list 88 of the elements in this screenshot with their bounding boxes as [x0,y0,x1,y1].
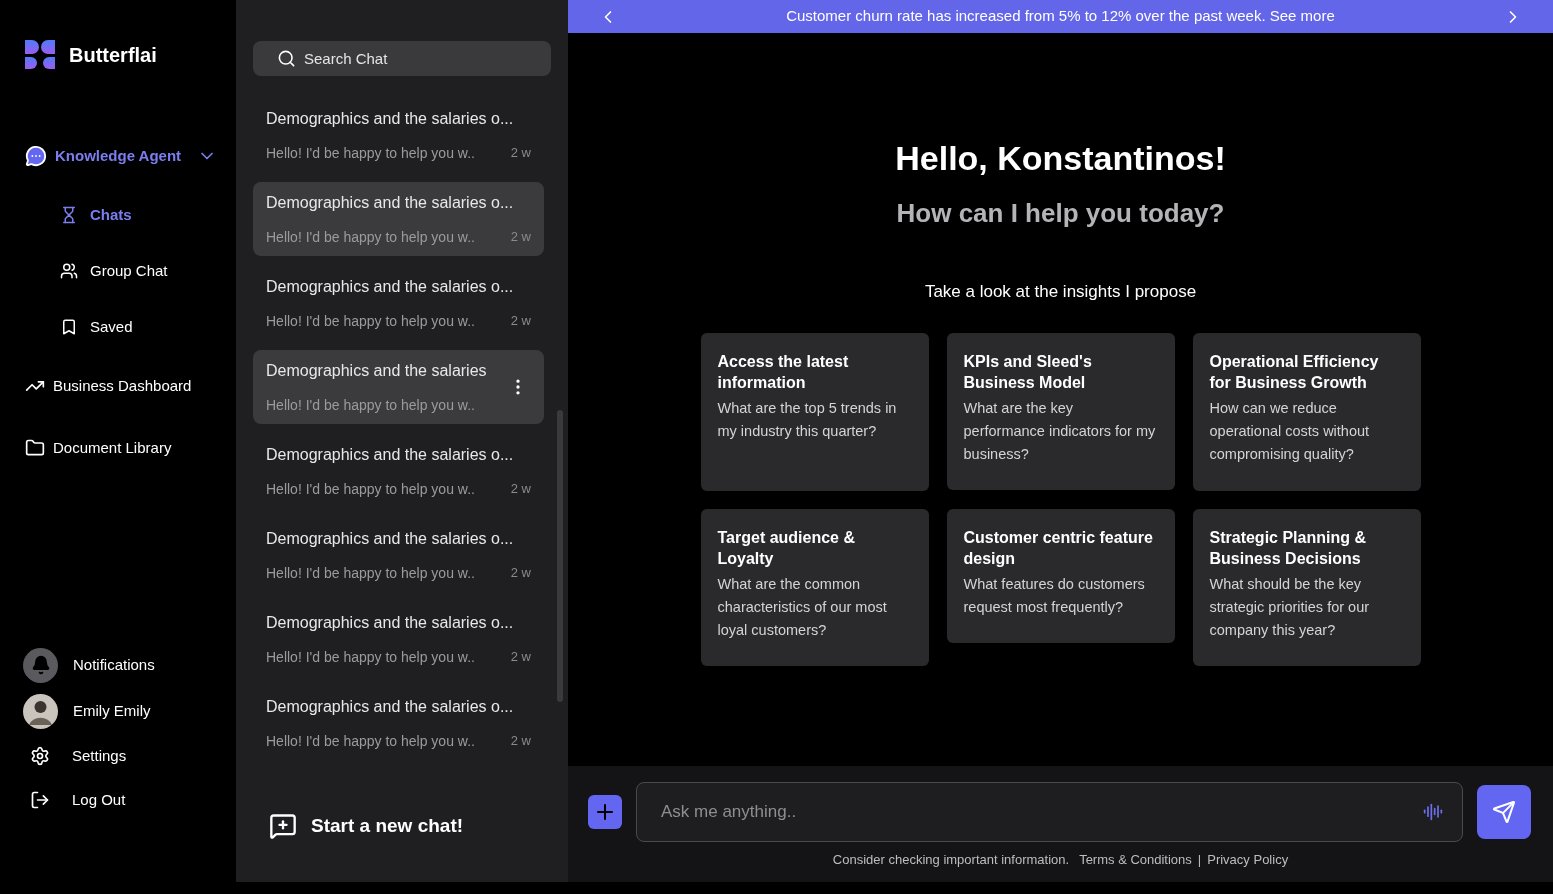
add-button[interactable] [588,795,622,829]
insight-card[interactable]: Customer centric feature design What features do customers request most frequently? [946,508,1175,643]
greeting-subtitle: How can I help you today? [896,197,1225,230]
chat-preview: Hello! I'd be happy to help you w.. [266,479,475,499]
insights-prompt: Take a look at the insights I propose [924,281,1197,303]
voice-icon[interactable] [1423,802,1443,822]
chat-time: 2 w [510,732,531,751]
bell-icon[interactable] [23,647,58,683]
scrollbar[interactable] [557,410,563,702]
chat-item[interactable]: Demographics and the salaries Hello! I'd be happy to help you w.. [253,350,544,424]
chat-title: Demographics and the salaries o... [266,696,515,717]
folder-icon [25,438,45,458]
message-field[interactable]: Ask me anything.. [636,782,1463,842]
greeting-title: Hello, Konstantinos! [895,138,1226,179]
insight-card[interactable]: Access the latest information What are the top 5 trends in my industry this quarter? [700,332,929,491]
chat-time: 2 w [510,648,531,667]
insight-card[interactable]: Strategic Planning & Business Decisions What should be the key strategic priorities for our company this year? [1192,508,1421,666]
new-chat-icon [269,811,297,840]
insight-question: What should be the key strategic priorities for our company this year? [1209,574,1371,640]
chat-title: Demographics and the salaries [266,360,488,381]
account-item[interactable]: Emily Emily [23,688,236,734]
insight-title: Strategic Planning & Business Decisions [1209,527,1367,569]
insight-question: How can we reduce operational costs without compromising quality? [1209,398,1371,464]
avatar[interactable] [23,693,58,729]
chat-preview: Hello! I'd be happy to help you w.. [266,227,475,247]
chat-preview: Hello! I'd be happy to help you w.. [266,647,475,667]
chat-title: Demographics and the salaries o... [266,192,515,213]
send-button[interactable] [1477,785,1531,839]
chat-title: Demographics and the salaries o... [266,108,515,129]
account-item[interactable]: Notifications [23,642,236,688]
chat-bubble-icon [25,145,47,167]
new-chat-button[interactable]: Start a new chat! [269,811,464,840]
search-field[interactable]: Search Chat [253,41,551,76]
chat-time: 2 w [510,312,531,331]
insight-title: Operational Efficiency for Business Growth [1209,351,1380,393]
chat-item[interactable]: Demographics and the salaries o... Hello! I'd be happy to help you w.. 2 w [253,686,544,760]
nav-subitem[interactable]: Group Chat [0,243,236,299]
insight-card[interactable]: Target audience & Loyalty What are the common characteristics of our most loyal customers? [700,508,929,666]
nav-item[interactable]: Document Library [0,417,236,479]
chat-time: 2 w [510,228,531,247]
insight-title: KPIs and Sleed's Business Model [963,351,1093,393]
account-item[interactable]: Log Out [23,778,236,822]
chat-time: 2 w [510,564,531,583]
brand-name: Butterflai [69,43,157,68]
insight-card[interactable]: Operational Efficiency for Business Growth How can we reduce operational costs without compromising quality? [1192,332,1421,491]
chat-item[interactable]: Demographics and the salaries o... Hello! I'd be happy to help you w.. 2 w [253,434,544,508]
chat-preview: Hello! I'd be happy to help you w.. [266,143,475,163]
settings-icon[interactable] [30,746,50,766]
logo-icon [23,39,57,71]
chat-item[interactable]: Demographics and the salaries o... Hello! I'd be happy to help you w.. 2 w [253,602,544,676]
chat-preview: Hello! I'd be happy to help you w.. [266,395,475,415]
chat-item[interactable]: Demographics and the salaries o... Hello! I'd be happy to help you w.. 2 w [253,518,544,592]
nav-subitem[interactable]: Saved [0,299,236,355]
insight-question: What are the top 5 trends in my industry this quarter? [717,398,898,441]
insight-question: What are the common characteristics of our most loyal customers? [717,574,888,640]
chat-item[interactable]: Demographics and the salaries o... Hello! I'd be happy to help you w.. 2 w [253,266,544,340]
chat-item[interactable]: Demographics and the salaries o... Hello! I'd be happy to help you w.. 2 w [253,98,544,172]
chat-title: Demographics and the salaries o... [266,528,515,549]
nav-item[interactable]: Business Dashboard [0,355,236,417]
insight-title: Access the latest information [717,351,850,393]
users-icon [60,262,78,280]
hourglass-icon [60,206,78,224]
chat-time: 2 w [510,144,531,163]
chat-preview: Hello! I'd be happy to help you w.. [266,311,475,331]
chat-title: Demographics and the salaries o... [266,444,515,465]
search-icon [277,49,296,68]
nav-subitem[interactable]: Chats [0,187,236,243]
send-icon [1492,800,1516,824]
insight-question: What features do customers request most frequently? [963,574,1146,617]
nav-item[interactable]: Knowledge Agent [0,125,236,187]
logout-icon[interactable] [30,790,50,810]
separator: | [1197,851,1202,869]
chat-title: Demographics and the salaries o... [266,612,515,633]
insight-title: Customer centric feature design [963,527,1154,569]
announcement-banner: Customer churn rate has increased from 5% to 12% over the past week. See more [568,0,1553,33]
chat-title: Demographics and the salaries o... [266,276,515,297]
privacy-link[interactable]: Privacy Policy [1207,850,1289,870]
chat-preview: Hello! I'd be happy to help you w.. [266,563,475,583]
disclaimer-text: Consider checking important information. [832,851,1070,869]
insight-question: What are the key performance indicators for my business? [963,398,1157,464]
bookmark-icon [60,318,78,336]
chat-time: 2 w [510,480,531,499]
insight-title: Target audience & Loyalty [717,527,856,569]
chat-preview: Hello! I'd be happy to help you w.. [266,731,475,751]
insight-card[interactable]: KPIs and Sleed's Business Model What are the key performance indicators for my business? [946,332,1175,490]
account-item[interactable]: Settings [23,734,236,778]
chat-item[interactable]: Demographics and the salaries o... Hello! I'd be happy to help you w.. 2 w [253,182,544,256]
terms-link[interactable]: Terms & Conditions [1079,850,1192,870]
